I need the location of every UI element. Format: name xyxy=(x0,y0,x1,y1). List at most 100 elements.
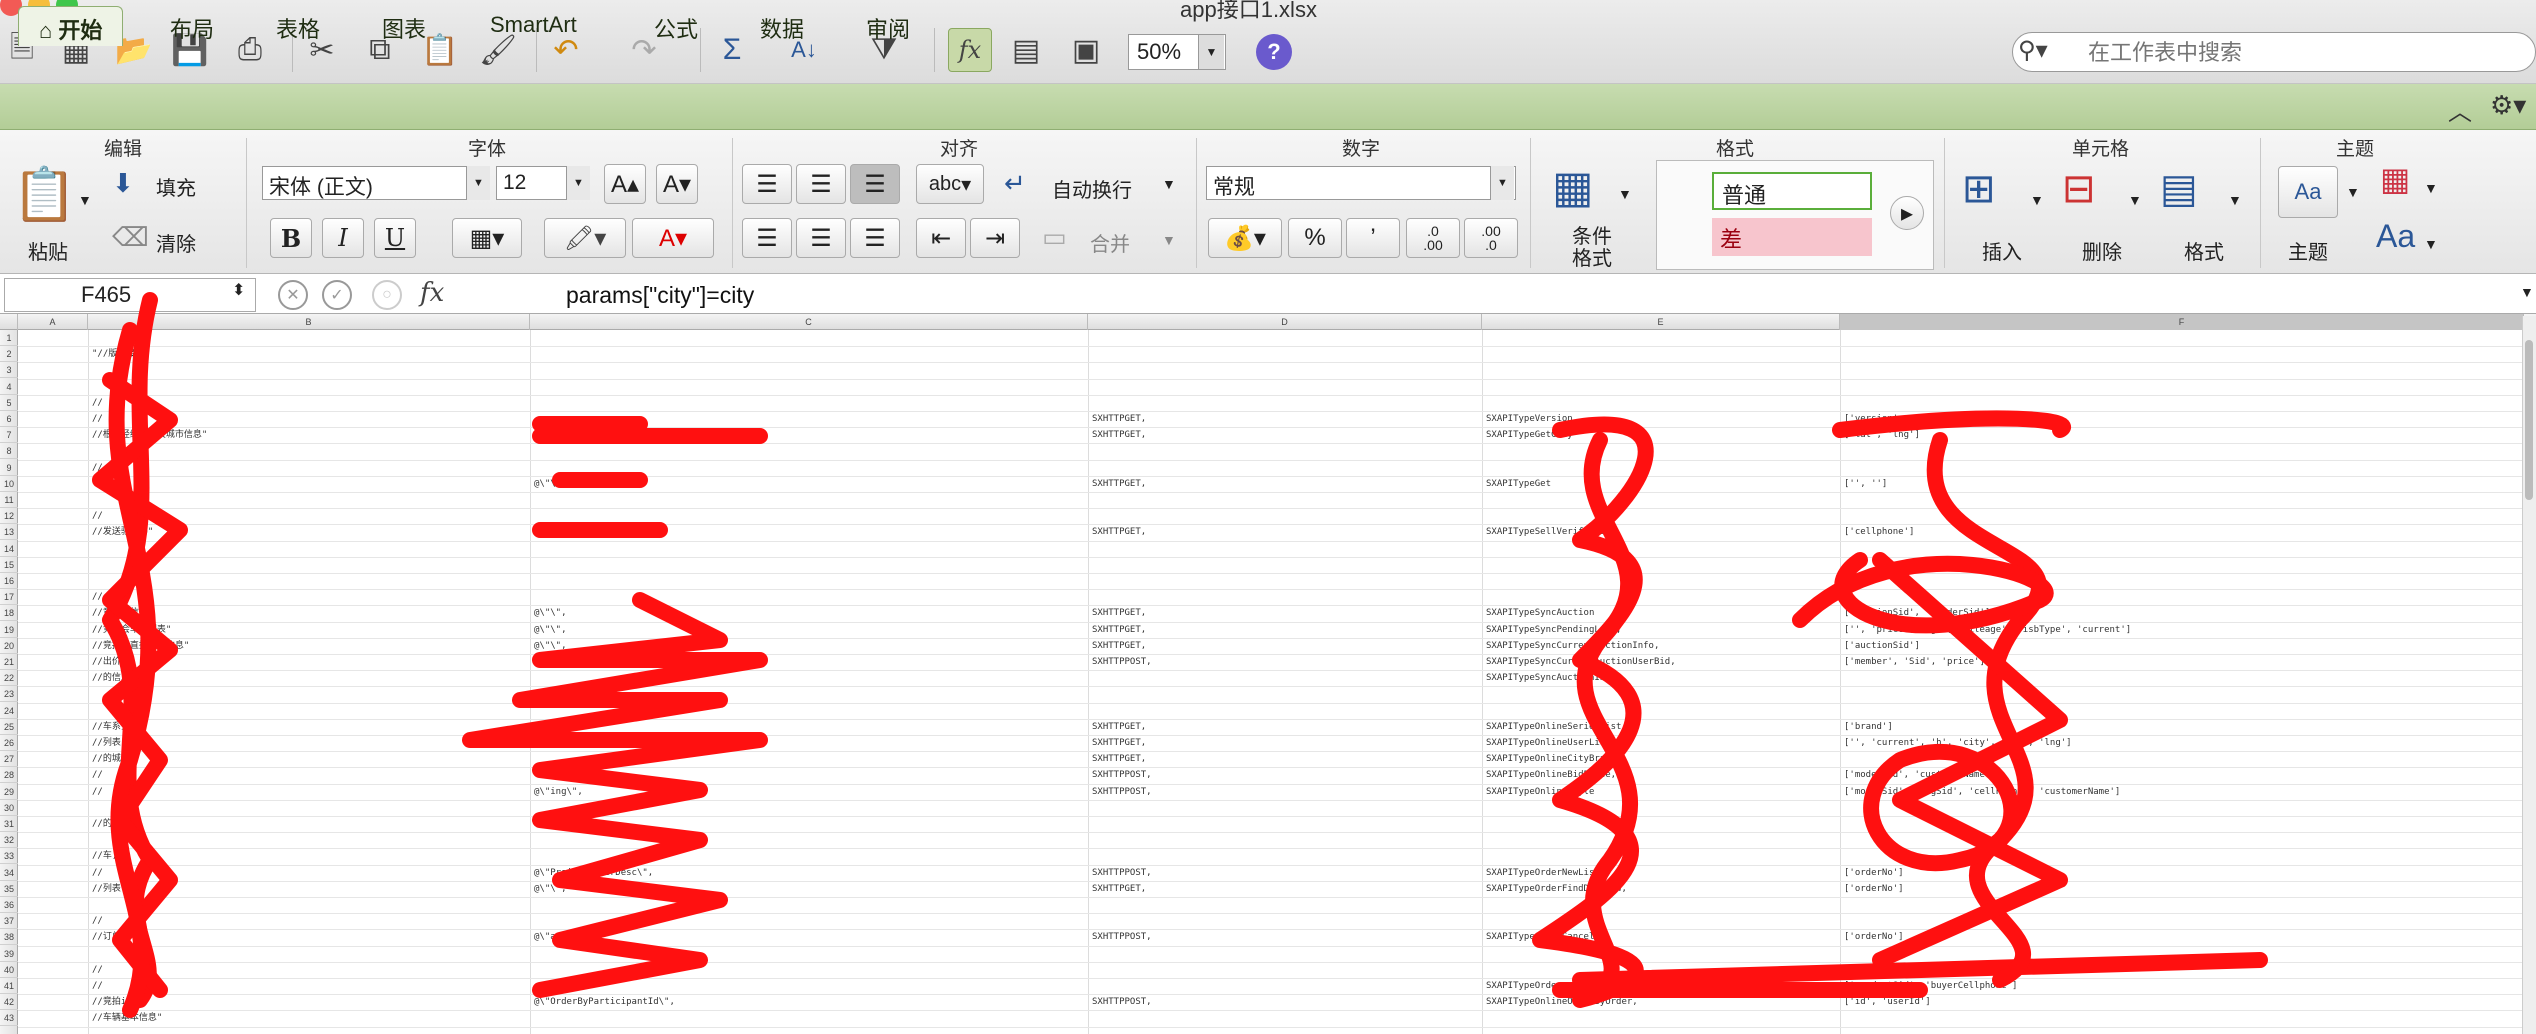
increase-indent-icon[interactable]: ⇥ xyxy=(970,218,1020,258)
cell-e34[interactable]: SXAPITypeOrderNewList xyxy=(1486,865,1600,881)
tab-layout[interactable]: 布局 xyxy=(150,6,234,46)
cell-b17[interactable]: // xyxy=(92,589,103,605)
cell-e28[interactable]: SXAPITypeOnlineBidPrice, xyxy=(1486,767,1616,783)
percent-button[interactable]: % xyxy=(1288,218,1342,258)
format-button[interactable]: 格式 xyxy=(2184,236,2224,265)
conditional-format-button[interactable]: 条件 格式 xyxy=(1572,226,1612,270)
cell-b6[interactable]: // xyxy=(92,411,103,427)
row-number[interactable]: 31 xyxy=(0,816,18,832)
chevron-down-icon[interactable]: ▼ xyxy=(1162,176,1176,192)
formula-content[interactable]: params["city"]=city xyxy=(566,282,754,309)
cell-f7[interactable]: ['lat', 'lng'] xyxy=(1844,427,1920,443)
cell-c20[interactable]: @\"\", xyxy=(534,638,567,654)
insert-function-icon[interactable]: fx xyxy=(420,278,444,308)
cell-b34[interactable]: // xyxy=(92,865,103,881)
increase-decimal-button[interactable]: .0 .00 xyxy=(1406,218,1460,258)
row-number[interactable]: 7 xyxy=(0,427,18,444)
row-number[interactable]: 30 xyxy=(0,800,18,816)
conditional-format-icon[interactable]: ▦ xyxy=(1552,162,1594,213)
row-number[interactable]: 23 xyxy=(0,686,18,703)
row-number[interactable]: 43 xyxy=(0,1010,18,1027)
row-number[interactable]: 24 xyxy=(0,703,18,719)
cell-e25[interactable]: SXAPITypeOnlineSeriesList, xyxy=(1486,719,1627,735)
increase-font-size-icon[interactable]: A▴ xyxy=(604,164,646,204)
style-normal[interactable]: 普通 xyxy=(1712,172,1872,210)
cell-c35[interactable]: @\"\", xyxy=(534,881,567,897)
align-right-icon[interactable]: ☰ xyxy=(850,218,900,258)
font-color-icon[interactable]: A▾ xyxy=(632,218,714,258)
cell-f35[interactable]: ['orderNo'] xyxy=(1844,881,1904,897)
cell-e6[interactable]: SXAPITypeVersion xyxy=(1486,411,1573,427)
cell-f19[interactable]: ['', 'price', 'age', 'mileage', 'isbType… xyxy=(1844,622,2131,638)
currency-format-icon[interactable]: 💰▾ xyxy=(1208,218,1282,258)
cell-b13[interactable]: //发送验证码" xyxy=(92,524,153,540)
cell-e21[interactable]: SXAPITypeSyncCurrentAuctionUserBid, xyxy=(1486,654,1676,670)
row-number[interactable]: 21 xyxy=(0,654,18,670)
cell-d29[interactable]: SXHTTPPOST, xyxy=(1092,784,1152,800)
delete-button[interactable]: 删除 xyxy=(2082,236,2122,265)
tab-formulas[interactable]: 公式 xyxy=(634,6,718,46)
tab-home[interactable]: ⌂ 开始 xyxy=(18,6,124,46)
chevron-down-icon[interactable]: ▼ xyxy=(2424,236,2438,252)
row-number[interactable]: 9 xyxy=(0,460,18,476)
row-number[interactable]: 6 xyxy=(0,411,18,427)
row-number[interactable]: 13 xyxy=(0,524,18,541)
row-number[interactable]: 32 xyxy=(0,832,18,849)
tab-charts[interactable]: 图表 xyxy=(362,6,446,46)
name-box-stepper-icon[interactable]: ⬍ xyxy=(232,280,245,300)
row-number[interactable]: 40 xyxy=(0,962,18,978)
chevron-down-icon[interactable]: ▼ xyxy=(1618,186,1632,202)
row-number[interactable]: 37 xyxy=(0,913,18,930)
row-number[interactable]: 20 xyxy=(0,638,18,654)
cell-e41[interactable]: SXAPITypeOrder xyxy=(1486,978,1562,994)
row-number[interactable]: 29 xyxy=(0,784,18,800)
theme-gallery-icon[interactable]: Aa xyxy=(2278,166,2338,218)
cell-d19[interactable]: SXHTTPGET, xyxy=(1092,622,1146,638)
cell-b38[interactable]: //订单" xyxy=(92,929,126,945)
cell-e13[interactable]: SXAPITypeSellVerifyCode xyxy=(1486,524,1611,540)
row-number[interactable]: 27 xyxy=(0,751,18,768)
collapse-ribbon-icon[interactable]: ︿ xyxy=(2448,92,2472,127)
row-number[interactable]: 38 xyxy=(0,929,18,946)
row-number[interactable]: 17 xyxy=(0,589,18,606)
wrap-text-icon[interactable]: ↵ xyxy=(1004,168,1026,199)
row-number[interactable]: 42 xyxy=(0,994,18,1011)
row-number[interactable]: 8 xyxy=(0,443,18,460)
borders-icon[interactable]: ▦▾ xyxy=(452,218,522,258)
cell-e20[interactable]: SXAPITypeSyncCurrentAuctionInfo, xyxy=(1486,638,1659,654)
row-number[interactable]: 28 xyxy=(0,767,18,784)
number-format-select[interactable]: 常规 xyxy=(1206,166,1516,200)
cell-b9[interactable]: // xyxy=(92,460,103,476)
row-number[interactable]: 19 xyxy=(0,622,18,638)
cell-f20[interactable]: ['auctionSid'] xyxy=(1844,638,1920,654)
cell-b7[interactable]: //根据经纬度相关城市信息" xyxy=(92,427,207,443)
cell-b29[interactable]: // xyxy=(92,784,103,800)
gear-icon[interactable]: ⚙▾ xyxy=(2490,90,2526,121)
cell-f42[interactable]: ['id', 'userId'] xyxy=(1844,994,1931,1010)
cell-e22[interactable]: SXAPITypeSyncAuctionInfo xyxy=(1486,670,1616,686)
cell-d7[interactable]: SXHTTPGET, xyxy=(1092,427,1146,443)
format-cells-icon[interactable]: ▤ xyxy=(2160,166,2198,212)
cell-e10[interactable]: SXAPITypeGet xyxy=(1486,476,1551,492)
row-number[interactable]: 41 xyxy=(0,978,18,994)
cell-e29[interactable]: SXAPITypeOnlineStyle xyxy=(1486,784,1594,800)
chevron-down-icon[interactable]: ▼ xyxy=(566,166,590,200)
align-bottom-icon[interactable]: ☰ xyxy=(850,164,900,204)
search-icon[interactable]: ⚲▾ xyxy=(2018,36,2048,65)
cell-e7[interactable]: SXAPITypeGetCity xyxy=(1486,427,1573,443)
align-middle-icon[interactable]: ☰ xyxy=(796,164,846,204)
cell-e19[interactable]: SXAPITypeSyncPendingList, xyxy=(1486,622,1621,638)
chevron-down-icon[interactable]: ▼ xyxy=(2030,192,2044,208)
cell-f26[interactable]: ['', 'current', 'h', 'city', 'lat', 'lng… xyxy=(1844,735,2072,751)
cell-d26[interactable]: SXHTTPGET, xyxy=(1092,735,1146,751)
cell-b27[interactable]: //的城市" xyxy=(92,751,135,767)
text-orientation-button[interactable]: abc ▾ xyxy=(916,164,984,204)
cell-b41[interactable]: // xyxy=(92,978,103,994)
row-number[interactable]: 3 xyxy=(0,362,18,379)
cell-d6[interactable]: SXHTTPGET, xyxy=(1092,411,1146,427)
row-number[interactable]: 34 xyxy=(0,865,18,881)
chevron-down-icon[interactable]: ▼ xyxy=(1490,166,1514,200)
tab-review[interactable]: 审阅 xyxy=(846,6,930,46)
cell-b25[interactable]: //车系列表" xyxy=(92,719,144,735)
cell-c13[interactable]: @\"\", xyxy=(534,524,567,540)
